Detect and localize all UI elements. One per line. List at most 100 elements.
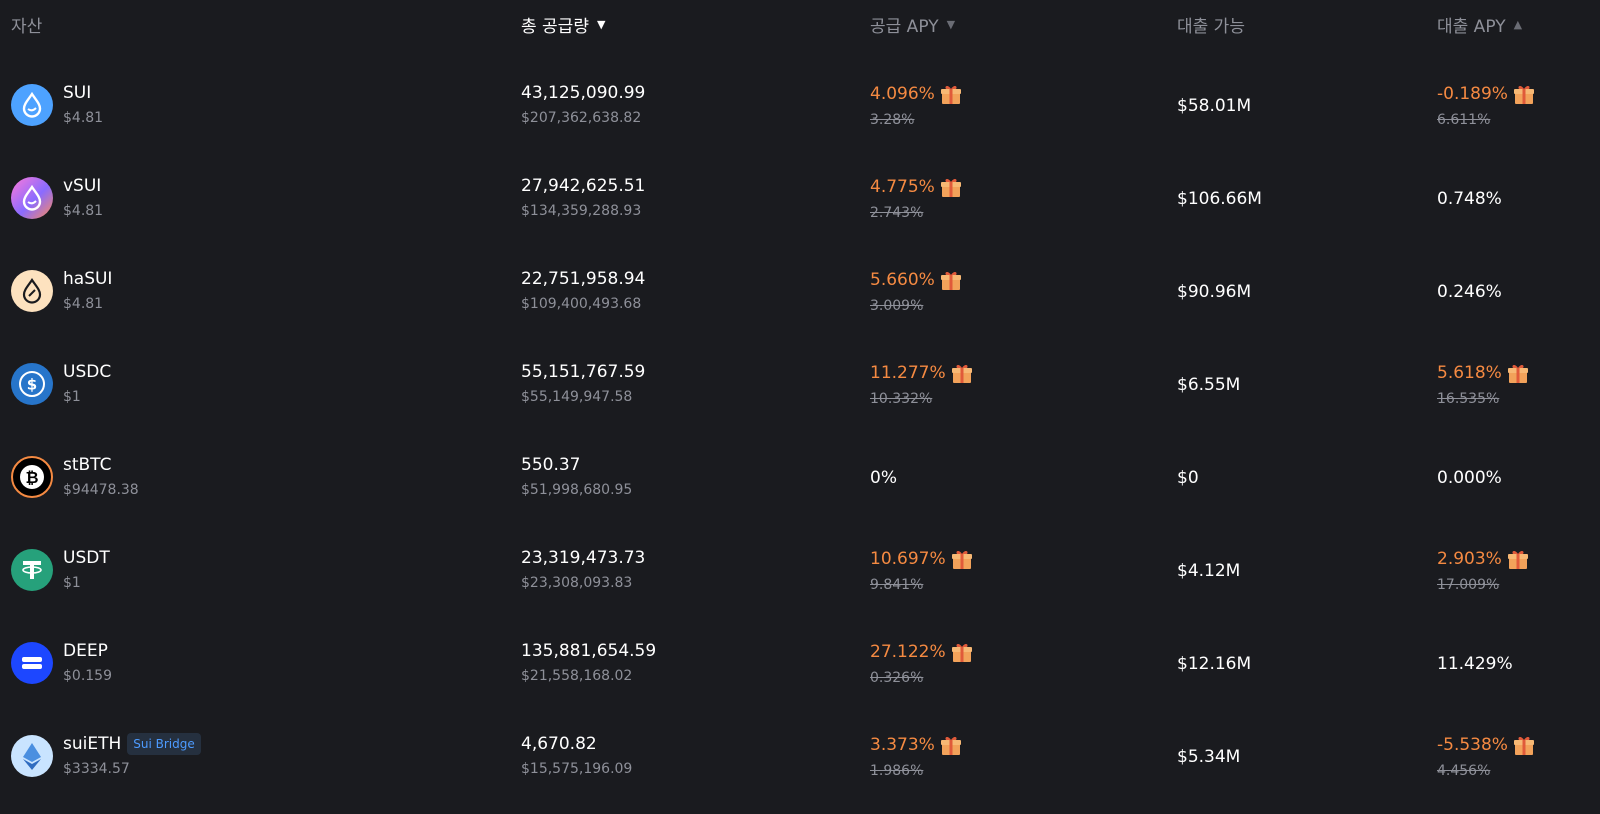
table-row[interactable]: USDT $1 23,319,473.73 $23,308,093.83 10.697%… <box>0 525 1600 619</box>
supply-amount: 55,151,767.59 <box>521 362 646 382</box>
asset-symbol: vSUI <box>63 176 102 196</box>
supply-usd: $207,362,638.82 <box>521 110 642 126</box>
header-supply-apy[interactable]: 공급 APY ▼ <box>870 12 955 37</box>
sort-desc-icon: ▼ <box>946 18 956 31</box>
supply-apy-base: 0.326% <box>870 670 924 686</box>
table-row[interactable]: SUI $4.81 43,125,090.99 $207,362,638.82 4.09… <box>0 60 1600 154</box>
sort-desc-icon: ▼ <box>596 18 606 31</box>
table-row[interactable]: haSUI $4.81 22,751,958.94 $109,400,493.68 5.… <box>0 246 1600 340</box>
table-row[interactable]: ₿ stBTC $94478.38 550.37 $51,998,680.95 0% $0 0… <box>0 432 1600 526</box>
supply-apy-boosted: 3.373% <box>870 735 935 755</box>
asset-cell: $ USDC $1 <box>11 361 111 407</box>
table-row[interactable]: $ USDC $1 55,151,767.59 $55,149,947.58 11.277… <box>0 339 1600 433</box>
supply-apy-boosted: 10.697% <box>870 549 946 569</box>
supply-apy-base: 3.009% <box>870 298 924 314</box>
asset-symbol: haSUI <box>63 269 113 289</box>
supply-amount: 4,670.82 <box>521 734 597 754</box>
supply-apy-boosted: 4.775% <box>870 177 935 197</box>
supply-apy-base: 3.28% <box>870 112 915 128</box>
gift-icon <box>1507 364 1528 383</box>
sui-drop-icon <box>11 84 53 126</box>
supply-usd: $55,149,947.58 <box>521 389 633 405</box>
bridge-badge: Sui Bridge <box>127 733 201 755</box>
supply-amount: 22,751,958.94 <box>521 269 646 289</box>
table-row[interactable]: suiETH Sui Bridge $3334.57 4,670.82 $15,575,… <box>0 711 1600 805</box>
header-asset[interactable]: 자산 <box>11 12 42 37</box>
supply-usd: $134,359,288.93 <box>521 203 642 219</box>
header-total-supply[interactable]: 총 공급량 ▼ <box>521 12 605 37</box>
asset-price: $4.81 <box>63 203 104 219</box>
supply-apy-cell: 3.373% 1.986% <box>870 733 963 781</box>
asset-price: $3334.57 <box>63 761 130 777</box>
asset-cell: USDT $1 <box>11 547 110 593</box>
svg-text:₿: ₿ <box>25 468 38 487</box>
table-header: 자산 총 공급량 ▼ 공급 APY ▼ 대출 가능 대출 APY ▲ <box>0 0 1600 52</box>
gift-icon <box>940 85 961 104</box>
borrow-apy-boosted: -0.189% <box>1437 84 1508 104</box>
borrow-apy-value: 11.429% <box>1437 654 1513 674</box>
supply-apy-base: 1.986% <box>870 763 924 779</box>
vsui-drop-icon <box>11 177 53 219</box>
asset-symbol: suiETH <box>63 734 122 754</box>
supply-apy-boosted: 5.660% <box>870 270 935 290</box>
asset-symbol: stBTC <box>63 455 112 475</box>
table-row[interactable]: DEEP $0.159 135,881,654.59 $21,558,168.02 27… <box>0 618 1600 712</box>
asset-symbol: SUI <box>63 83 92 103</box>
asset-price: $4.81 <box>63 296 104 312</box>
svg-text:$: $ <box>27 376 37 394</box>
total-supply-cell: 22,751,958.94 $109,400,493.68 <box>521 268 645 314</box>
asset-symbol: USDT <box>63 548 110 568</box>
header-borrow-apy[interactable]: 대출 APY ▲ <box>1437 12 1522 37</box>
borrowable-value: $0 <box>1177 468 1199 488</box>
table-row[interactable]: vSUI $4.81 27,942,625.51 $134,359,288.93 4.7… <box>0 153 1600 247</box>
supply-amount: 135,881,654.59 <box>521 641 657 661</box>
markets-table: 자산 총 공급량 ▼ 공급 APY ▼ 대출 가능 대출 APY ▲ SUI $4… <box>0 0 1600 814</box>
gift-icon <box>1507 550 1528 569</box>
asset-price: $0.159 <box>63 668 112 684</box>
supply-apy-cell: 4.775% 2.743% <box>870 175 963 223</box>
supply-usd: $15,575,196.09 <box>521 761 633 777</box>
total-supply-cell: 23,319,473.73 $23,308,093.83 <box>521 547 645 593</box>
asset-cell: vSUI $4.81 <box>11 175 103 221</box>
usdc-icon: $ <box>11 363 53 405</box>
borrowable-value: $12.16M <box>1177 654 1252 674</box>
header-borrowable[interactable]: 대출 가능 <box>1177 12 1245 37</box>
supply-usd: $21,558,168.02 <box>521 668 633 684</box>
supply-amount: 27,942,625.51 <box>521 176 646 196</box>
supply-amount: 23,319,473.73 <box>521 548 646 568</box>
borrow-apy-cell: 2.903% 17.009% <box>1437 547 1530 595</box>
asset-symbol: DEEP <box>63 641 108 661</box>
borrow-apy-base: 16.535% <box>1437 391 1500 407</box>
gift-icon <box>951 643 972 662</box>
supply-amount: 550.37 <box>521 455 581 475</box>
gift-icon <box>951 364 972 383</box>
gift-icon <box>1513 85 1534 104</box>
borrow-apy-value: 0.246% <box>1437 282 1502 302</box>
asset-cell: haSUI $4.81 <box>11 268 112 314</box>
borrow-apy-base: 4.456% <box>1437 763 1491 779</box>
asset-cell: suiETH Sui Bridge $3334.57 <box>11 733 201 779</box>
gift-icon <box>1513 736 1534 755</box>
borrowable-value: $58.01M <box>1177 96 1252 116</box>
borrowable-value: $106.66M <box>1177 189 1262 209</box>
total-supply-cell: 135,881,654.59 $21,558,168.02 <box>521 640 656 686</box>
asset-cell: SUI $4.81 <box>11 82 103 128</box>
borrow-apy-base: 6.611% <box>1437 112 1491 128</box>
asset-cell: ₿ stBTC $94478.38 <box>11 454 139 500</box>
total-supply-cell: 55,151,767.59 $55,149,947.58 <box>521 361 645 407</box>
supply-apy-base: 10.332% <box>870 391 933 407</box>
gift-icon <box>940 271 961 290</box>
supply-apy-boosted: 27.122% <box>870 642 946 662</box>
gift-icon <box>940 178 961 197</box>
borrow-apy-cell: -0.189% 6.611% <box>1437 82 1536 130</box>
supply-apy-cell: 10.697% 9.841% <box>870 547 974 595</box>
supply-apy-boosted: 4.096% <box>870 84 935 104</box>
asset-price: $1 <box>63 575 81 591</box>
borrow-apy-boosted: 2.903% <box>1437 549 1502 569</box>
supply-apy-cell: 11.277% 10.332% <box>870 361 974 409</box>
supply-apy-cell: 4.096% 3.28% <box>870 82 963 130</box>
bitcoin-icon: ₿ <box>11 456 53 498</box>
supply-apy-base: 9.841% <box>870 577 924 593</box>
gift-icon <box>940 736 961 755</box>
tether-icon <box>11 549 53 591</box>
